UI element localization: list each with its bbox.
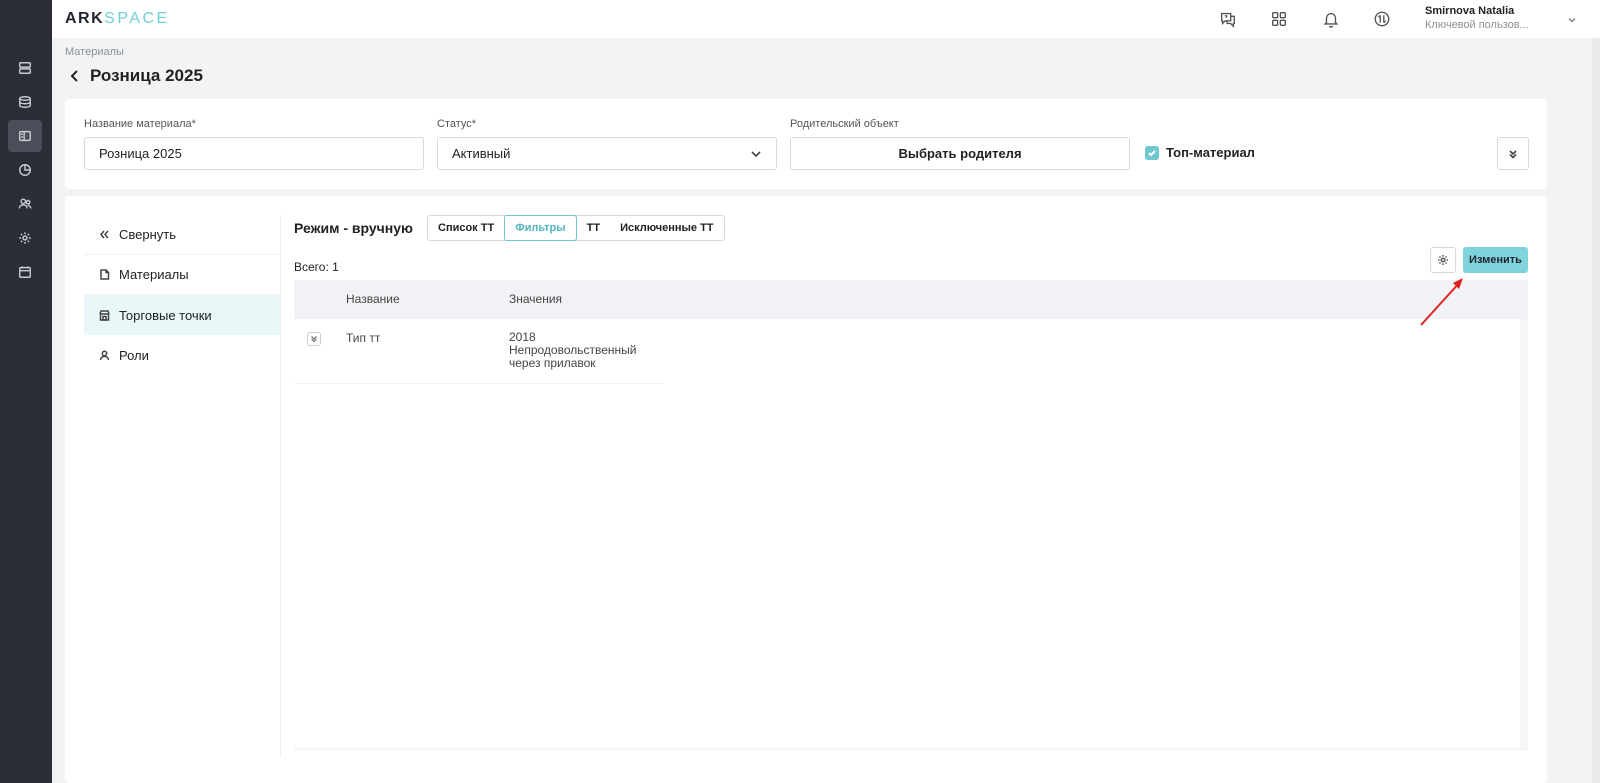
page-scrollbar[interactable] — [1592, 38, 1600, 783]
chevron-down-icon[interactable] — [1567, 13, 1577, 23]
chevron-down-icon — [750, 148, 762, 163]
total-count: Всего: 1 — [294, 260, 339, 274]
select-parent-button[interactable]: Выбрать родителя — [790, 137, 1130, 170]
mode-label: Режим - вручную — [294, 220, 414, 236]
tab-tt[interactable]: ТТ — [577, 216, 610, 240]
change-button[interactable]: Изменить — [1463, 247, 1528, 273]
calendar-icon[interactable] — [8, 256, 42, 288]
document-icon — [100, 269, 110, 280]
table-body: Тип тт 2018 Непродовольственный через пр… — [294, 319, 1520, 748]
chart-pie-icon[interactable] — [8, 154, 42, 186]
materials-panel-icon[interactable] — [8, 120, 42, 152]
annotation-arrow-icon — [1420, 278, 1463, 326]
left-sidebar — [0, 0, 52, 783]
table-settings-button[interactable] — [1430, 247, 1456, 273]
material-form-card: Название материала* Розница 2025 Статус*… — [65, 99, 1547, 189]
nav-item-label: Материалы — [119, 267, 189, 282]
expand-row-button[interactable] — [307, 332, 321, 346]
material-name-input[interactable]: Розница 2025 — [84, 137, 424, 170]
column-header-name[interactable]: Название — [346, 292, 400, 306]
parent-label: Родительский объект — [790, 118, 899, 130]
name-label: Название материала* — [84, 118, 196, 130]
expand-form-button[interactable] — [1497, 137, 1529, 170]
collapse-nav-button[interactable]: Свернуть — [84, 215, 280, 255]
collapse-label: Свернуть — [119, 227, 177, 242]
sync-icon[interactable] — [1372, 9, 1392, 29]
cell-name: Тип тт — [346, 331, 381, 345]
top-material-checkbox[interactable]: Топ-материал — [1145, 145, 1255, 160]
view-tabs: Список ТТ Фильтры ТТ Исключенные ТТ — [427, 215, 725, 241]
user-icon — [99, 350, 110, 360]
tab-tt-list[interactable]: Список ТТ — [428, 216, 504, 240]
nav-item-label: Роли — [119, 347, 149, 363]
nav-item-roles[interactable]: Роли — [84, 335, 280, 375]
double-chevron-down-icon — [310, 335, 318, 343]
database-icon[interactable] — [8, 86, 42, 118]
value-item: через прилавок — [509, 356, 596, 370]
divider — [280, 215, 281, 757]
top-material-label: Топ-материал — [1166, 145, 1255, 160]
store-icon — [99, 309, 110, 321]
table-header: Название Значения — [294, 280, 1528, 319]
nav-item-label: Торговые точки — [119, 307, 212, 323]
nav-item-trade-points[interactable]: Торговые точки — [84, 295, 280, 335]
status-label: Статус* — [437, 118, 477, 130]
page-title-row: Розница 2025 — [68, 66, 203, 86]
users-icon[interactable] — [8, 188, 42, 220]
apps-grid-icon[interactable] — [1269, 9, 1289, 29]
breadcrumb[interactable]: Материалы — [65, 46, 124, 58]
back-arrow-icon[interactable] — [68, 69, 82, 83]
table-row[interactable]: Тип тт 2018 Непродовольственный через пр… — [294, 319, 662, 384]
section-nav: Свернуть Материалы Торговые точки Роли — [84, 215, 280, 375]
server-icon[interactable] — [8, 52, 42, 84]
status-select[interactable]: Активный — [437, 137, 777, 170]
logo-part-space: SPACE — [104, 10, 170, 27]
user-name: Smirnova Natalia — [1425, 5, 1515, 17]
nav-item-materials[interactable]: Материалы — [84, 255, 280, 295]
double-chevron-down-icon — [1509, 149, 1517, 159]
status-value: Активный — [452, 146, 511, 161]
checkbox-checked-icon[interactable] — [1145, 145, 1159, 160]
gear-icon — [1438, 255, 1448, 265]
cell-values: 2018 Непродовольственный через прилавок — [509, 331, 637, 370]
main-card: Свернуть Материалы Торговые точки Роли Р… — [65, 196, 1547, 783]
tab-filters[interactable]: Фильтры — [504, 215, 577, 241]
user-menu[interactable]: Smirnova Natalia Ключевой пользов... — [1425, 5, 1529, 31]
settings-icon[interactable] — [8, 222, 42, 254]
arkspace-logo[interactable]: ARK SPACE — [65, 10, 170, 28]
page-title: Розница 2025 — [90, 66, 203, 85]
double-chevron-left-icon — [100, 230, 109, 239]
top-bar: ARK SPACE Smirnova Natalia Ключевой польз… — [52, 0, 1600, 38]
support-chat-icon[interactable] — [1218, 9, 1238, 29]
bell-icon[interactable] — [1321, 9, 1341, 29]
logo-part-ark: ARK — [65, 10, 105, 27]
user-role: Ключевой пользов... — [1425, 19, 1529, 31]
filters-table: Название Значения Тип тт 2018 Непродовол… — [294, 280, 1528, 751]
tab-excluded-tt[interactable]: Исключенные ТТ — [610, 216, 723, 240]
column-header-values[interactable]: Значения — [509, 292, 562, 306]
